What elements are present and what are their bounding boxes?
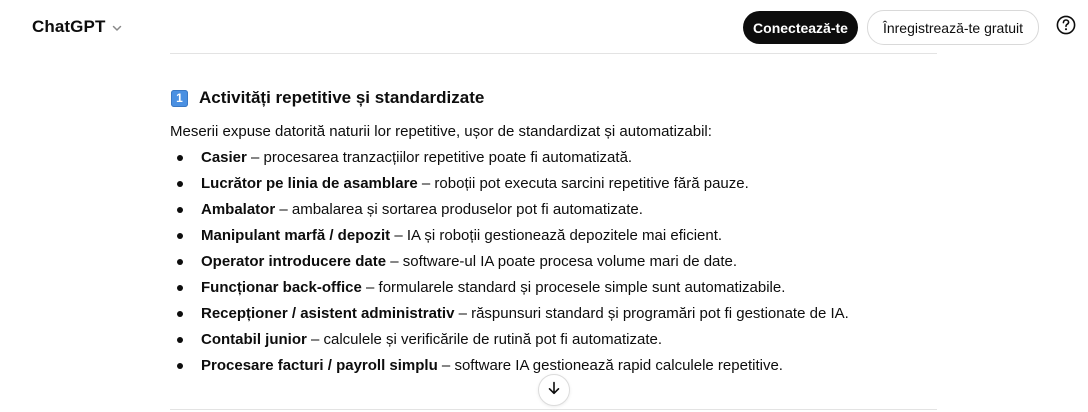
bullet-icon [177, 285, 183, 291]
job-title: Procesare facturi / payroll simplu [201, 357, 438, 374]
chevron-down-icon [111, 22, 123, 34]
job-description: – procesarea tranzacțiilor repetitive po… [246, 149, 633, 166]
chat-page: ChatGPT Conectează-te Înregistrează-te g… [0, 0, 1088, 412]
job-title: Casier [201, 149, 247, 166]
list-item: Ambalator – ambalarea și sortarea produs… [170, 200, 937, 226]
signup-button[interactable]: Înregistrează-te gratuit [867, 10, 1039, 45]
question-circle-icon [1055, 14, 1077, 41]
job-description: – răspunsuri standard și programări pot … [454, 305, 849, 322]
job-description: – software-ul IA poate procesa volume ma… [386, 253, 738, 270]
scroll-down-button[interactable] [538, 374, 570, 406]
list-item: Manipulant marfă / depozit – IA și roboț… [170, 226, 937, 252]
bullet-icon [177, 155, 183, 161]
job-description: – software IA gestionează rapid calculel… [437, 357, 783, 374]
job-title: Lucrător pe linia de asamblare [201, 175, 418, 192]
section-title: Activități repetitive și standardizate [199, 88, 485, 107]
keycap-number-icon: 1 [171, 89, 188, 107]
job-description: – calculele și verificările de rutină po… [306, 331, 663, 348]
bullet-icon [177, 337, 183, 343]
header-divider [170, 53, 937, 54]
bullet-icon [177, 363, 183, 369]
bullet-icon [177, 311, 183, 317]
job-title: Recepționer / asistent administrativ [201, 305, 455, 322]
job-title: Funcționar back-office [201, 279, 362, 296]
brand-label: ChatGPT [32, 17, 106, 36]
job-description: – roboții pot executa sarcini repetitive… [417, 175, 749, 192]
top-bar: ChatGPT Conectează-te Înregistrează-te g… [0, 0, 1088, 54]
login-button[interactable]: Conectează-te [743, 11, 858, 44]
bullet-icon [177, 233, 183, 239]
job-list: Casier – procesarea tranzacțiilor repeti… [170, 148, 937, 382]
list-item: Funcționar back-office – formularele sta… [170, 278, 937, 304]
list-item: Casier – procesarea tranzacțiilor repeti… [170, 148, 937, 174]
job-title: Ambalator [201, 201, 276, 218]
assistant-message: 1 Activități repetitive și standardizate… [170, 86, 937, 382]
job-description: – IA și roboții gestionează depozitele m… [390, 227, 723, 244]
model-selector[interactable]: ChatGPT [22, 10, 133, 44]
list-item: Contabil junior – calculele și verificăr… [170, 330, 937, 356]
bullet-icon [177, 207, 183, 213]
job-title: Manipulant marfă / depozit [201, 227, 391, 244]
intro-paragraph: Meserii expuse datorită naturii lor repe… [170, 123, 712, 140]
composer-divider [170, 409, 937, 410]
list-item: Recepționer / asistent administrativ – r… [170, 304, 937, 330]
section-heading: 1 Activități repetitive și standardizate [170, 86, 937, 110]
bullet-icon [177, 181, 183, 187]
list-item: Operator introducere date – software-ul … [170, 252, 937, 278]
help-button[interactable] [1051, 12, 1081, 42]
arrow-down-icon [546, 380, 562, 401]
job-title: Contabil junior [201, 331, 307, 348]
job-description: – ambalarea și sortarea produselor pot f… [275, 201, 643, 218]
bullet-icon [177, 259, 183, 265]
job-description: – formularele standard și procesele simp… [361, 279, 786, 296]
job-title: Operator introducere date [201, 253, 387, 270]
list-item: Lucrător pe linia de asamblare – roboții… [170, 174, 937, 200]
